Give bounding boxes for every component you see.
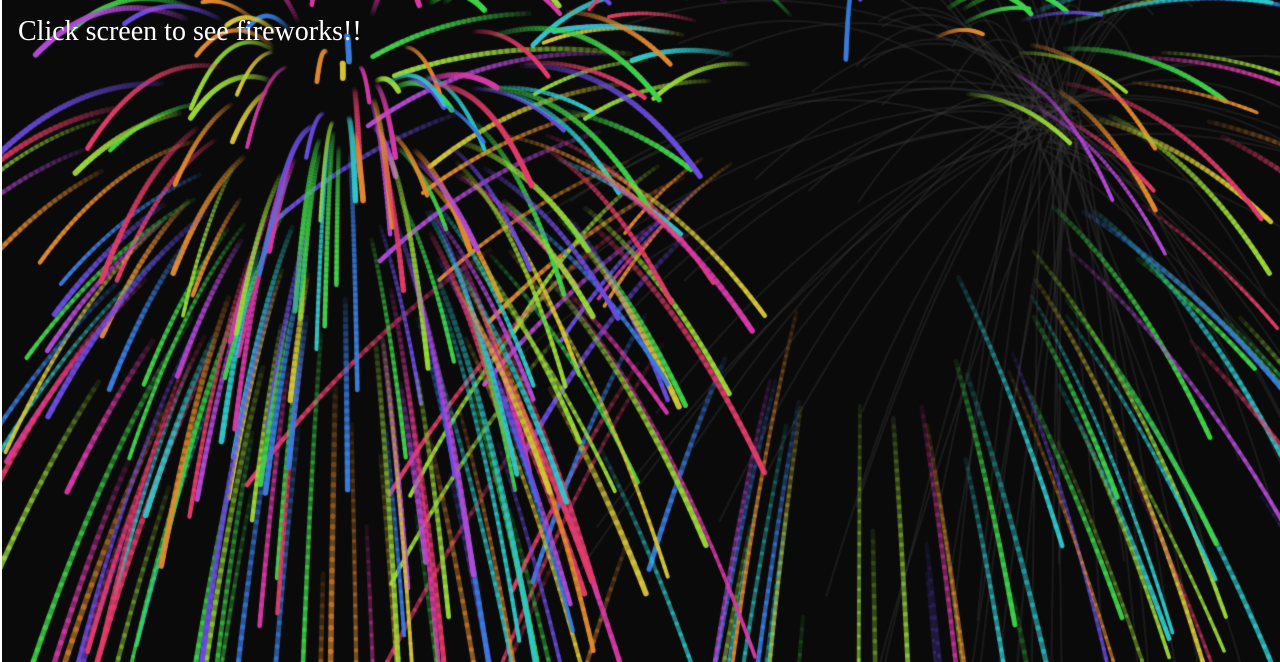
fireworks-stage[interactable]: Click screen to see fireworks!! — [2, 0, 1280, 662]
fireworks-canvas[interactable] — [2, 0, 1280, 662]
